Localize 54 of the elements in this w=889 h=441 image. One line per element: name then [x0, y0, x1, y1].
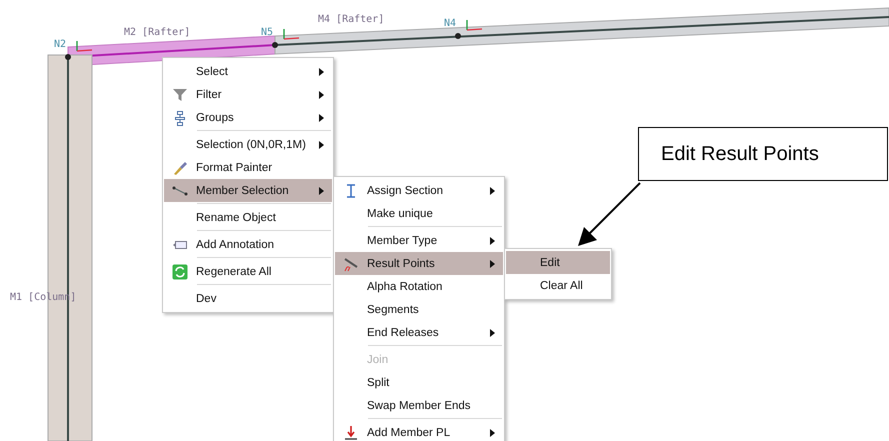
member-band[interactable] [274, 7, 889, 55]
submenu-arrow-icon [490, 260, 495, 268]
member-label: M2 [Rafter] [124, 27, 190, 38]
paintbrush-icon [172, 160, 188, 176]
submenu-arrow-icon [319, 186, 324, 194]
i-beam-icon [346, 184, 356, 198]
menu-item[interactable]: Edit [506, 251, 610, 274]
submenu-arrow-icon [490, 186, 495, 194]
menu-item[interactable]: Selection (0N,0R,1M) [164, 133, 332, 156]
node-icon[interactable] [272, 42, 278, 48]
menu-item[interactable]: Rename Object [164, 206, 332, 229]
menu-item[interactable]: Add Member PL [335, 421, 503, 441]
refresh-icon [172, 264, 188, 280]
menu-item[interactable]: Dev [164, 287, 332, 310]
menu-item[interactable]: Result Points [335, 252, 503, 275]
hierarchy-icon [174, 110, 186, 126]
menu-item[interactable]: Groups [164, 106, 332, 129]
node-icon[interactable] [65, 54, 71, 60]
menu-item[interactable]: Format Painter [164, 156, 332, 179]
menu-item[interactable]: Regenerate All [164, 260, 332, 283]
result-points-icon [343, 256, 359, 272]
node-label: N2 [54, 39, 66, 50]
submenu-arrow-icon [319, 68, 324, 76]
node-label: N4 [444, 18, 456, 29]
menu-item[interactable]: Add Annotation [164, 233, 332, 256]
axes-icon [466, 20, 482, 31]
member-line-icon [172, 184, 188, 196]
menu-item[interactable]: Member Selection [164, 179, 332, 202]
submenu-arrow-icon [319, 90, 324, 98]
submenu-arrow-icon [319, 114, 324, 122]
menu-item[interactable]: Filter [164, 83, 332, 106]
submenu-arrow-icon [490, 328, 495, 336]
callout-label: Edit Result Points [638, 127, 888, 181]
menu-item[interactable]: Swap Member Ends [335, 394, 503, 417]
axes-icon [76, 41, 92, 52]
submenu-arrow-icon [490, 236, 495, 244]
node-label: N5 [261, 27, 274, 38]
annotation-icon [172, 238, 188, 250]
member-label: M4 [Rafter] [318, 14, 384, 25]
menu-item[interactable]: Assign Section [335, 179, 503, 202]
node-icon[interactable] [455, 33, 461, 39]
menu-item[interactable]: Segments [335, 298, 503, 321]
menu-item[interactable]: Alpha Rotation [335, 275, 503, 298]
axes-icon [283, 29, 300, 40]
submenu-arrow-icon [319, 140, 324, 148]
filter-icon [172, 86, 188, 102]
menu-item[interactable]: Make unique [335, 202, 503, 225]
menu-item[interactable]: Member Type [335, 229, 503, 252]
menu-item[interactable]: Select [164, 60, 332, 83]
menu-item[interactable]: Clear All [506, 274, 610, 297]
submenu-arrow-icon [490, 428, 495, 436]
point-load-icon [343, 424, 359, 440]
menu-item[interactable]: Split [335, 371, 503, 394]
menu-item[interactable]: End Releases [335, 321, 503, 344]
